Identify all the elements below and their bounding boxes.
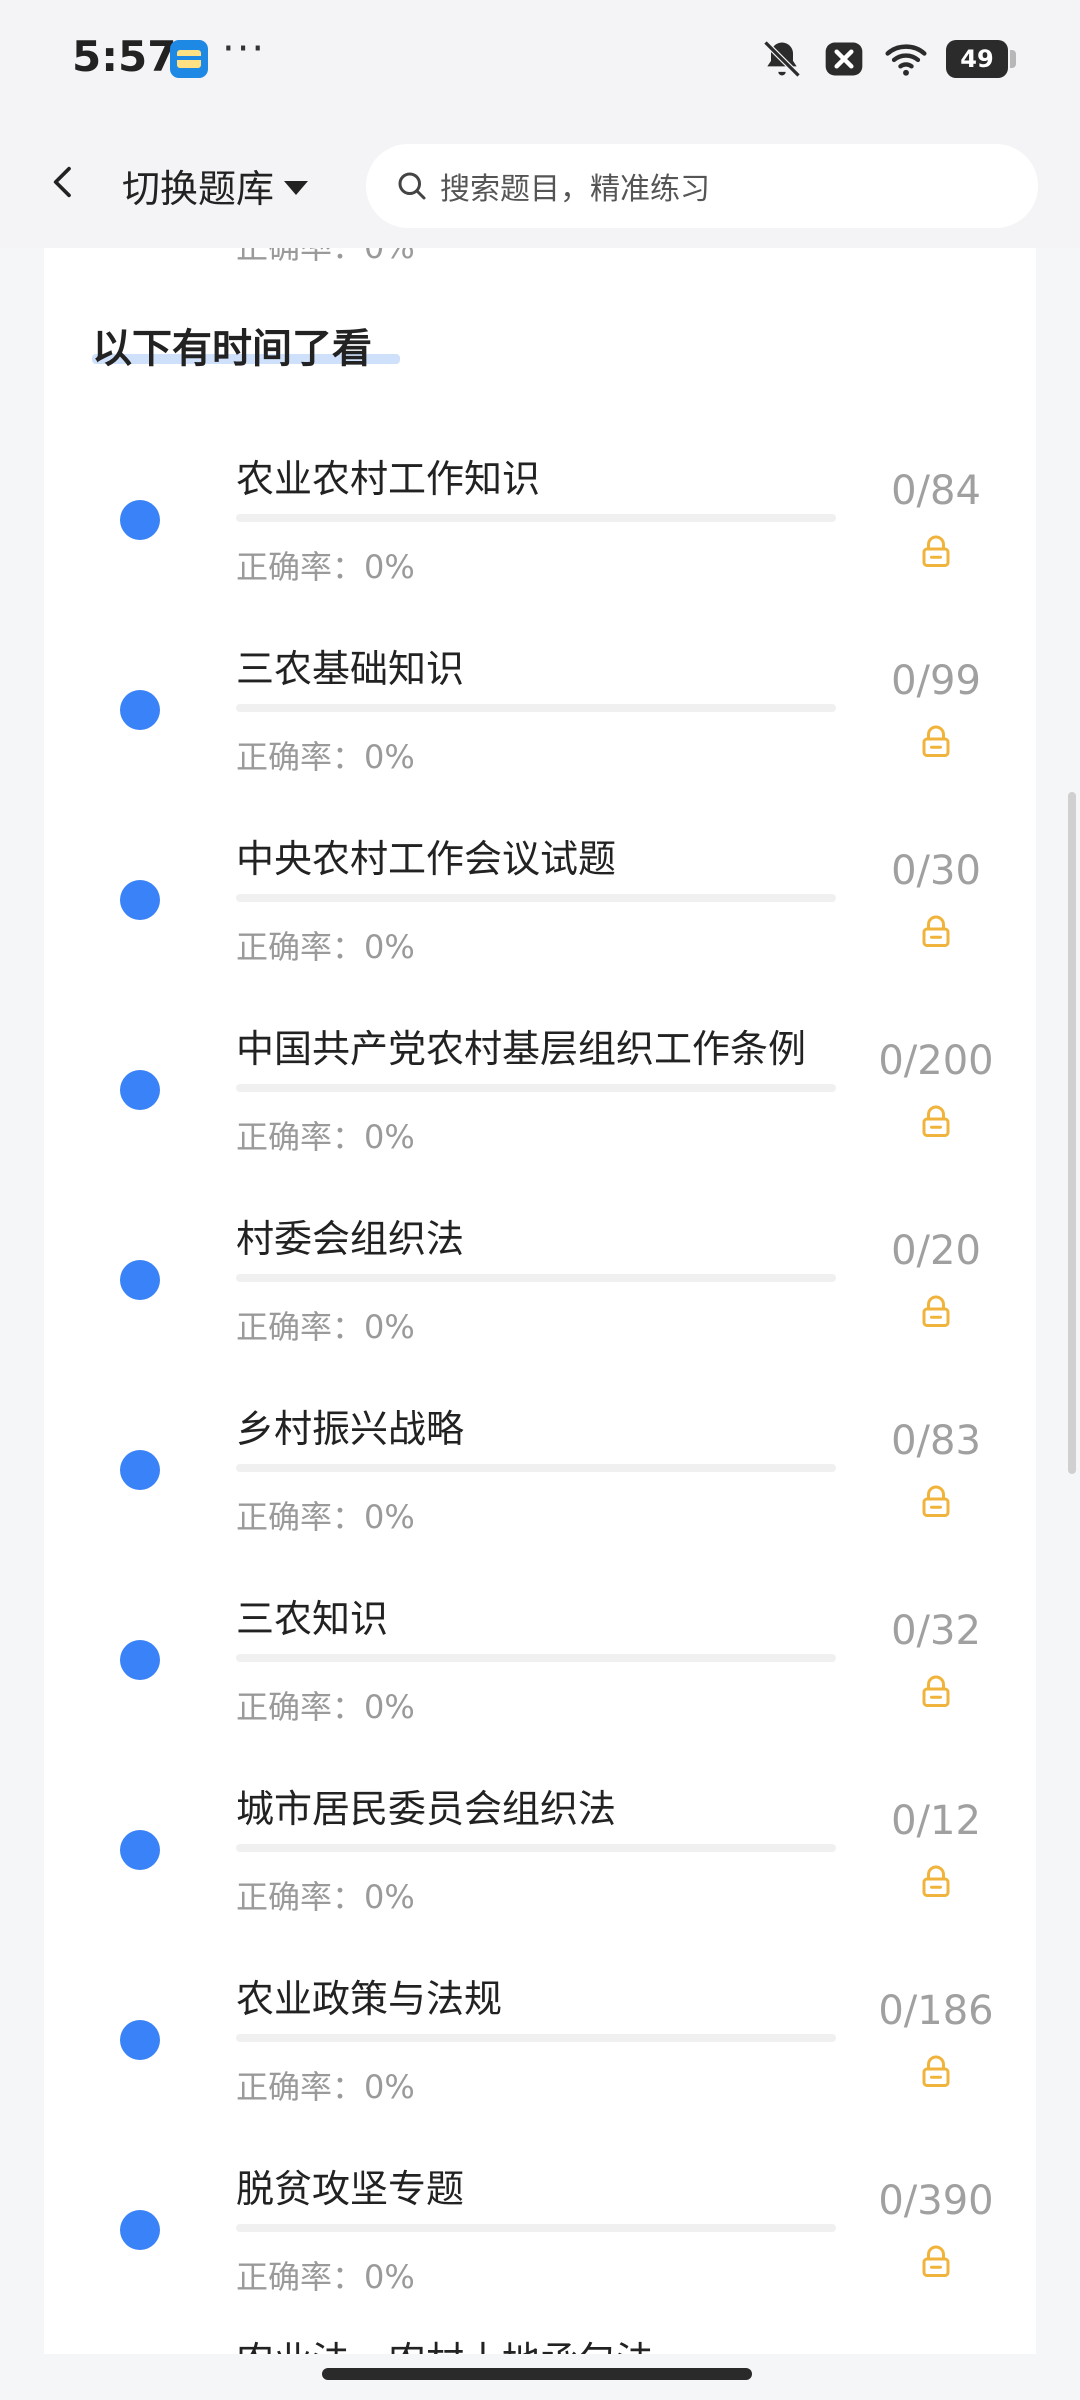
status-dot bbox=[120, 500, 160, 540]
status-dot bbox=[120, 1640, 160, 1680]
progress-bar bbox=[236, 1654, 836, 1662]
status-dot bbox=[120, 2020, 160, 2060]
progress-count: 0/20 bbox=[891, 1228, 981, 1274]
status-dot bbox=[120, 1450, 160, 1490]
progress-count: 0/200 bbox=[878, 1038, 994, 1084]
item-title: 农业政策与法规 bbox=[236, 1977, 503, 2021]
progress-count: 0/390 bbox=[878, 2178, 994, 2224]
accuracy-text: 正确率：0% bbox=[236, 2068, 415, 2106]
accuracy-text: 正确率：0% bbox=[236, 1688, 415, 1726]
lock-icon[interactable] bbox=[918, 534, 954, 570]
list-item[interactable]: 村委会组织法 正确率：0% 0/20 bbox=[0, 1198, 1080, 1388]
home-indicator[interactable] bbox=[322, 2368, 752, 2380]
close-box-icon bbox=[825, 42, 863, 76]
progress-count: 0/32 bbox=[891, 1608, 981, 1654]
item-title: 乡村振兴战略 bbox=[236, 1407, 465, 1451]
switch-bank-button[interactable]: 切换题库 bbox=[122, 158, 309, 213]
bell-muted-icon bbox=[763, 40, 801, 78]
status-dot bbox=[120, 690, 160, 730]
progress-bar bbox=[236, 894, 836, 902]
search-placeholder: 搜索题目，精准练习 bbox=[440, 172, 710, 207]
progress-bar bbox=[236, 2224, 836, 2232]
accuracy-text: 正确率：0% bbox=[236, 1878, 415, 1916]
wifi-icon bbox=[885, 44, 927, 76]
progress-bar bbox=[236, 704, 836, 712]
status-time: 5:57 bbox=[72, 32, 177, 81]
accuracy-text: 正确率：0% bbox=[236, 1308, 415, 1346]
accuracy-text: 正确率：0% bbox=[236, 1118, 415, 1156]
item-title: 城市居民委员会组织法 bbox=[236, 1787, 617, 1831]
list-item[interactable]: 农业政策与法规 正确率：0% 0/186 bbox=[0, 1958, 1080, 2148]
list-item[interactable]: 农业农村工作知识 正确率：0% 0/84 bbox=[0, 438, 1080, 628]
lock-icon[interactable] bbox=[918, 914, 954, 950]
list-item[interactable]: 三农知识 正确率：0% 0/32 bbox=[0, 1578, 1080, 1768]
status-dot bbox=[120, 880, 160, 920]
switch-bank-label: 切换题库 bbox=[122, 167, 275, 211]
back-arrow-icon bbox=[53, 166, 71, 198]
lock-icon[interactable] bbox=[918, 1864, 954, 1900]
accuracy-text: 正确率：0% bbox=[236, 738, 415, 776]
accuracy-text: 正确率：0% bbox=[236, 928, 415, 966]
accuracy-text: 正确率：0% bbox=[236, 2258, 415, 2296]
status-bar: 5:57 ··· 49 bbox=[0, 0, 1080, 118]
progress-count: 0/12 bbox=[891, 1798, 981, 1844]
lock-icon[interactable] bbox=[918, 1294, 954, 1330]
progress-bar bbox=[236, 2034, 836, 2042]
progress-bar bbox=[236, 1844, 836, 1852]
item-title: 中国共产党农村基层组织工作条例 bbox=[236, 1027, 807, 1071]
item-title: 农业农村工作知识 bbox=[236, 457, 541, 501]
search-input[interactable]: 搜索题目，精准练习 bbox=[366, 144, 1038, 228]
lock-icon[interactable] bbox=[918, 1674, 954, 1710]
lock-icon[interactable] bbox=[918, 2054, 954, 2090]
caret-down-icon bbox=[284, 180, 309, 195]
progress-count: 0/30 bbox=[891, 848, 981, 894]
scrollbar[interactable] bbox=[1068, 792, 1076, 1474]
item-title: 村委会组织法 bbox=[236, 1217, 465, 1261]
progress-count: 0/99 bbox=[891, 658, 981, 704]
section-title: 以下有时间了看 bbox=[92, 326, 372, 372]
progress-count: 0/84 bbox=[891, 468, 981, 514]
list-item[interactable]: 城市居民委员会组织法 正确率：0% 0/12 bbox=[0, 1768, 1080, 1958]
progress-bar bbox=[236, 1464, 836, 1472]
list-item[interactable]: 中国共产党农村基层组织工作条例 正确率：0% 0/200 bbox=[0, 1008, 1080, 1198]
item-title: 三农知识 bbox=[236, 1597, 389, 1641]
battery-icon: 49 bbox=[946, 40, 1016, 78]
list-item[interactable]: 三农基础知识 正确率：0% 0/99 bbox=[0, 628, 1080, 818]
accuracy-text: 正确率：0% bbox=[236, 548, 415, 586]
list-item[interactable]: 乡村振兴战略 正确率：0% 0/83 bbox=[0, 1388, 1080, 1578]
lock-icon[interactable] bbox=[918, 724, 954, 760]
lock-icon[interactable] bbox=[918, 1484, 954, 1520]
status-dot bbox=[120, 1830, 160, 1870]
back-button[interactable] bbox=[36, 154, 92, 210]
status-dot bbox=[120, 1070, 160, 1110]
status-more-dots: ··· bbox=[222, 26, 267, 72]
progress-bar bbox=[236, 514, 836, 522]
progress-bar bbox=[236, 1274, 836, 1282]
item-title: 中央农村工作会议试题 bbox=[236, 837, 617, 881]
progress-count: 0/83 bbox=[891, 1418, 981, 1464]
lock-icon[interactable] bbox=[918, 1104, 954, 1140]
list-item[interactable]: 中央农村工作会议试题 正确率：0% 0/30 bbox=[0, 818, 1080, 1008]
lock-icon[interactable] bbox=[918, 2244, 954, 2280]
list-item[interactable]: 脱贫攻坚专题 正确率：0% 0/390 bbox=[0, 2148, 1080, 2338]
item-title: 三农基础知识 bbox=[236, 647, 465, 691]
battery-level: 49 bbox=[960, 45, 994, 73]
search-icon bbox=[398, 172, 426, 200]
progress-bar bbox=[236, 1084, 836, 1092]
top-header: 切换题库 搜索题目，精准练习 bbox=[0, 118, 1080, 248]
progress-count: 0/186 bbox=[878, 1988, 994, 2034]
accuracy-text: 正确率：0% bbox=[236, 1498, 415, 1536]
app-wallet-icon bbox=[170, 40, 208, 78]
status-dot bbox=[120, 2210, 160, 2250]
item-title: 脱贫攻坚专题 bbox=[236, 2167, 465, 2211]
status-dot bbox=[120, 1260, 160, 1300]
